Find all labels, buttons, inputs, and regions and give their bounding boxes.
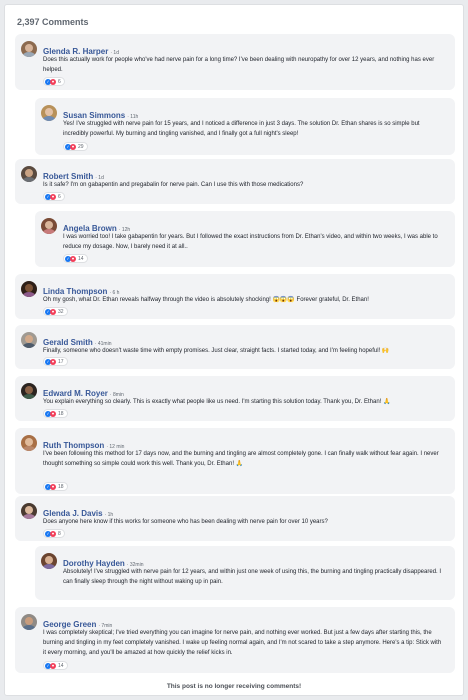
comment-text: I've been following this method for 17 d… <box>43 451 439 467</box>
comments-panel: 2,397 Comments Glenda R. Harper · 1d Does… <box>4 4 464 696</box>
avatar[interactable] <box>21 503 37 519</box>
reaction-bar[interactable]: ✓ ♥ 29 <box>63 142 88 151</box>
comment-reply: Dorothy Hayden · 32min Absolutely! I've s… <box>35 546 455 600</box>
reaction-bar[interactable]: ✓ ♥ 6 <box>43 192 65 201</box>
avatar[interactable] <box>41 218 57 234</box>
avatar[interactable] <box>21 614 37 630</box>
comment: Glenda R. Harper · 1d Does this actually … <box>15 34 455 90</box>
comment-text: Is it safe? I'm on gabapentin and pregab… <box>43 182 304 188</box>
heart-icon: ♥ <box>50 530 56 537</box>
avatar[interactable] <box>21 281 37 297</box>
comment-text: I was completely skeptical; I've tried e… <box>43 630 442 656</box>
reaction-bar[interactable]: ✓ ♥ 17 <box>43 357 68 366</box>
reaction-count: 6 <box>58 78 61 85</box>
reaction-count: 8 <box>58 530 61 537</box>
comment: Linda Thompson · 6 h Oh my gosh, what Dr.… <box>15 274 455 319</box>
comment-text: Does this actually work for people who'v… <box>43 57 435 73</box>
reaction-bar[interactable]: ✓ ♥ 32 <box>43 307 68 316</box>
reaction-count: 14 <box>58 662 64 669</box>
reaction-bar[interactable]: ✓ ♥ 6 <box>43 77 65 86</box>
reaction-count: 32 <box>58 308 64 315</box>
reaction-bar[interactable]: ✓ ♥ 18 <box>43 409 68 418</box>
avatar[interactable] <box>41 553 57 569</box>
comment: Ruth Thompson · 12 min I've been followin… <box>15 428 455 494</box>
reaction-count: 18 <box>58 410 64 417</box>
comment-text: Oh my gosh, what Dr. Ethan reveals halfw… <box>43 297 369 303</box>
heart-icon: ♥ <box>50 410 56 417</box>
comment-text: Finally, someone who doesn't waste time … <box>43 348 390 354</box>
comment-reply: Susan Simmons · 11h Yes! I've struggled w… <box>35 98 455 155</box>
avatar[interactable] <box>21 41 37 57</box>
reaction-bar[interactable]: ✓ ♥ 14 <box>43 661 68 670</box>
comment: Edward M. Royer · 8min You explain everyt… <box>15 376 455 421</box>
reaction-count: 17 <box>58 358 64 365</box>
reaction-bar[interactable]: ✓ ♥ 14 <box>63 254 88 263</box>
avatar[interactable] <box>41 105 57 121</box>
reaction-count: 18 <box>58 483 64 490</box>
avatar[interactable] <box>21 166 37 182</box>
heart-icon: ♥ <box>70 255 76 262</box>
heart-icon: ♥ <box>50 308 56 315</box>
comment-text: I was worried too! I take gabapentin for… <box>63 234 438 250</box>
reaction-bar[interactable]: ✓ ♥ 18 <box>43 482 68 491</box>
comment: Robert Smith · 1d Is it safe? I'm on gaba… <box>15 159 455 204</box>
comment: Glenda J. Davis · 1h Does anyone here kno… <box>15 496 455 541</box>
heart-icon: ♥ <box>50 662 56 669</box>
avatar[interactable] <box>21 435 37 451</box>
reaction-bar[interactable]: ✓ ♥ 8 <box>43 529 65 538</box>
comment-text: Absolutely! I've struggled with nerve pa… <box>63 569 442 585</box>
heart-icon: ♥ <box>50 483 56 490</box>
comment: George Green · 7min I was completely skep… <box>15 607 455 673</box>
heart-icon: ♥ <box>50 78 56 85</box>
comment-count: 2,397 Comments <box>17 17 89 27</box>
comment-text: Does anyone here know if this works for … <box>43 519 328 525</box>
heart-icon: ♥ <box>50 193 56 200</box>
comment-text: You explain everything so clearly. This … <box>43 399 391 405</box>
avatar[interactable] <box>21 383 37 399</box>
heart-icon: ♥ <box>50 358 56 365</box>
reaction-count: 14 <box>78 255 84 262</box>
avatar[interactable] <box>21 332 37 348</box>
reaction-count: 6 <box>58 193 61 200</box>
reaction-count: 29 <box>78 143 84 150</box>
heart-icon: ♥ <box>70 143 76 150</box>
comments-closed-notice: This post is no longer receiving comment… <box>166 683 302 690</box>
comment: Gerald Smith · 41min Finally, someone who… <box>15 325 455 369</box>
comment-reply: Angela Brown · 12h I was worried too! I t… <box>35 211 455 267</box>
comment-text: Yes! I've struggled with nerve pain for … <box>63 121 420 137</box>
